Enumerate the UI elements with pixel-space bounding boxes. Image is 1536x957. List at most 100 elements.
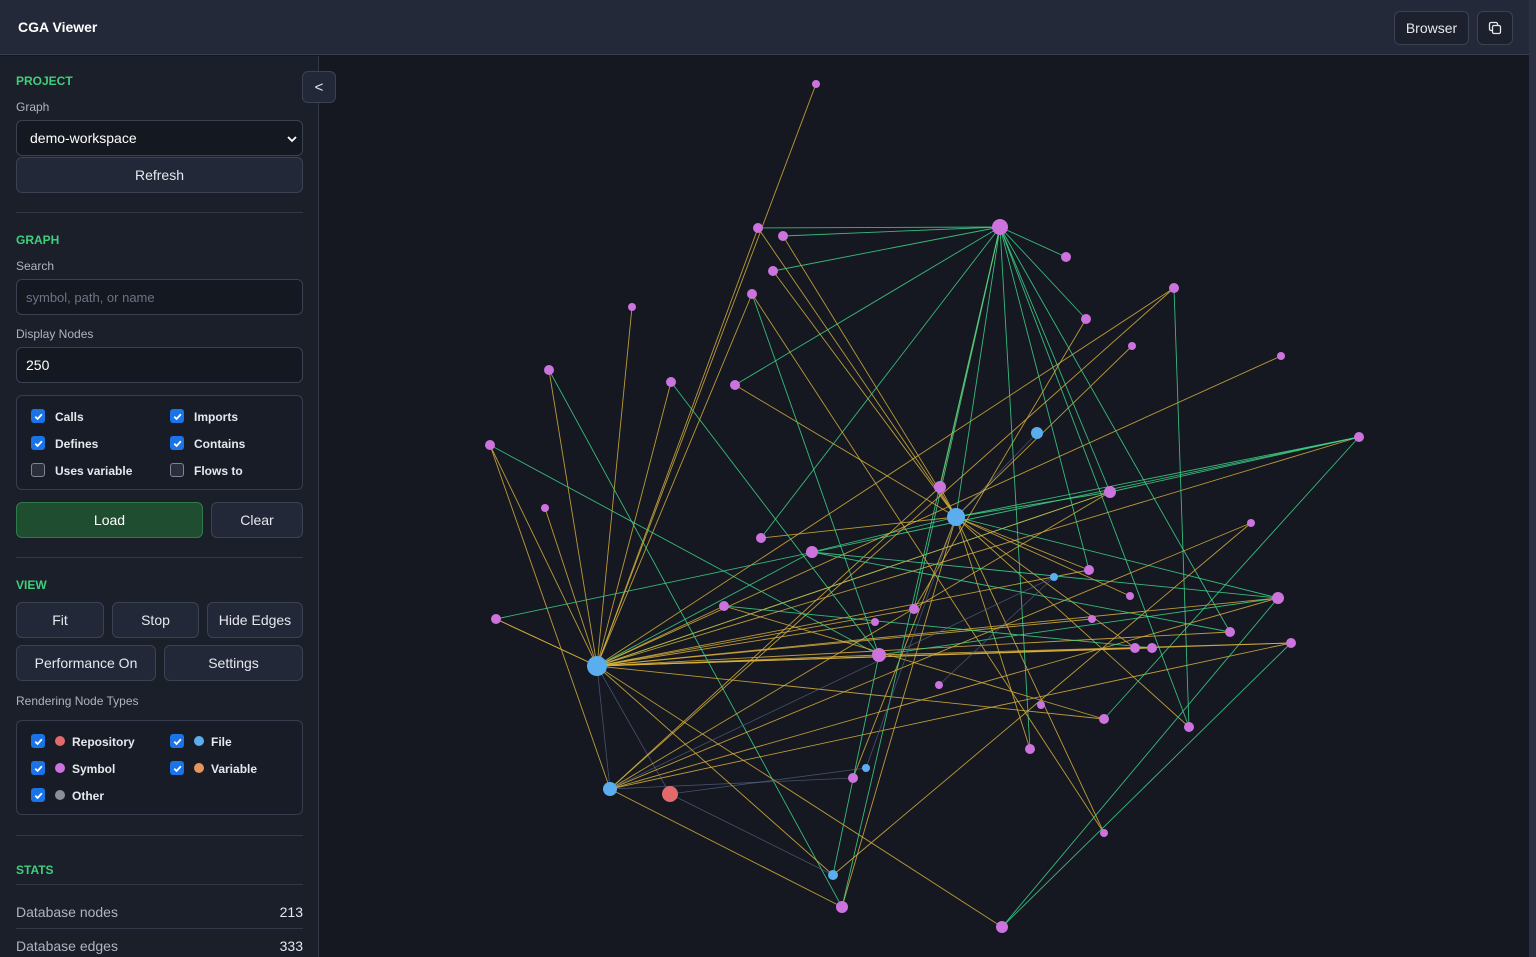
- graph-node[interactable]: [947, 508, 965, 526]
- graph-node[interactable]: [1128, 342, 1136, 350]
- graph-node[interactable]: [806, 546, 818, 558]
- graph-node[interactable]: [730, 380, 740, 390]
- graph-node[interactable]: [871, 618, 879, 626]
- graph-node[interactable]: [935, 681, 943, 689]
- other-checkbox[interactable]: [31, 788, 45, 802]
- performance-button[interactable]: Performance On: [16, 645, 156, 681]
- uses-variable-checkbox[interactable]: [31, 463, 45, 477]
- graph-node[interactable]: [628, 303, 636, 311]
- graph-node[interactable]: [812, 80, 820, 88]
- graph-canvas[interactable]: [320, 56, 1529, 957]
- other-label: Other: [72, 789, 105, 803]
- contains-checkbox[interactable]: [170, 436, 184, 450]
- graph-node[interactable]: [1354, 432, 1364, 442]
- graph-node[interactable]: [1225, 627, 1235, 637]
- graph-edge: [1109, 436, 1360, 493]
- load-button[interactable]: Load: [16, 502, 203, 538]
- stat-label: Database edges: [16, 938, 118, 954]
- imports-checkbox[interactable]: [170, 409, 184, 423]
- graph-node[interactable]: [491, 614, 501, 624]
- edge-types-group: Calls Imports Defines Contains Uses vari…: [16, 395, 303, 490]
- graph-node[interactable]: [996, 921, 1008, 933]
- fit-button[interactable]: Fit: [16, 602, 104, 638]
- graph-node[interactable]: [587, 656, 607, 676]
- graph-node[interactable]: [756, 533, 766, 543]
- graph-node[interactable]: [1088, 615, 1096, 623]
- graph-node[interactable]: [872, 648, 886, 662]
- graph-node[interactable]: [1061, 252, 1071, 262]
- view-section-title: VIEW: [16, 578, 47, 592]
- graph-node[interactable]: [836, 901, 848, 913]
- copy-button[interactable]: [1477, 11, 1513, 45]
- graph-node[interactable]: [603, 782, 617, 796]
- graph-node[interactable]: [1130, 643, 1140, 653]
- graph-node[interactable]: [1084, 565, 1094, 575]
- graph-edge: [596, 381, 672, 667]
- graph-node[interactable]: [753, 223, 763, 233]
- graph-node[interactable]: [909, 604, 919, 614]
- graph-node[interactable]: [1050, 573, 1058, 581]
- symbol-checkbox[interactable]: [31, 761, 45, 775]
- stat-row-database-nodes: Database nodes 213: [16, 904, 303, 920]
- stat-value: 213: [279, 904, 303, 920]
- graph-edge: [489, 444, 611, 790]
- graph-node[interactable]: [1147, 643, 1157, 653]
- stop-button[interactable]: Stop: [112, 602, 199, 638]
- graph-node[interactable]: [1247, 519, 1255, 527]
- flows-to-checkbox[interactable]: [170, 463, 184, 477]
- graph-node[interactable]: [1169, 283, 1179, 293]
- graph-node[interactable]: [1184, 722, 1194, 732]
- calls-checkbox[interactable]: [31, 409, 45, 423]
- search-input[interactable]: symbol, path, or name: [16, 279, 303, 315]
- graph-node[interactable]: [1286, 638, 1296, 648]
- graph-node[interactable]: [862, 764, 870, 772]
- graph-node[interactable]: [848, 773, 858, 783]
- browser-button[interactable]: Browser: [1394, 11, 1469, 45]
- defines-checkbox[interactable]: [31, 436, 45, 450]
- graph-node[interactable]: [1100, 829, 1108, 837]
- graph-node[interactable]: [934, 481, 946, 493]
- refresh-button[interactable]: Refresh: [16, 157, 303, 193]
- graph-node[interactable]: [992, 219, 1008, 235]
- graph-node[interactable]: [1037, 701, 1045, 709]
- file-checkbox[interactable]: [170, 734, 184, 748]
- repository-checkbox[interactable]: [31, 734, 45, 748]
- graph-edge: [955, 516, 1279, 599]
- graph-node[interactable]: [541, 504, 549, 512]
- graph-node[interactable]: [828, 870, 838, 880]
- graph-edges: [489, 83, 1360, 928]
- graph-node[interactable]: [768, 266, 778, 276]
- variable-checkbox[interactable]: [170, 761, 184, 775]
- graph-edge: [609, 576, 1055, 790]
- graph-node[interactable]: [1099, 714, 1109, 724]
- page-scrollbar[interactable]: [1529, 0, 1536, 957]
- graph-node[interactable]: [1126, 592, 1134, 600]
- sidebar: PROJECT Graph demo-workspace Refresh GRA…: [0, 56, 319, 957]
- graph-node[interactable]: [1277, 352, 1285, 360]
- graph-select[interactable]: demo-workspace: [16, 120, 303, 156]
- graph-node[interactable]: [747, 289, 757, 299]
- hide-edges-button[interactable]: Hide Edges: [207, 602, 303, 638]
- display-nodes-input[interactable]: 250: [16, 347, 303, 383]
- graph-node[interactable]: [1272, 592, 1284, 604]
- graph-node[interactable]: [1104, 486, 1116, 498]
- graph-edge: [596, 491, 1111, 667]
- graph-node[interactable]: [544, 365, 554, 375]
- graph-node[interactable]: [1025, 744, 1035, 754]
- graph-node[interactable]: [485, 440, 495, 450]
- graph-edge: [841, 226, 1001, 908]
- graph-node[interactable]: [662, 786, 678, 802]
- graph-node[interactable]: [719, 601, 729, 611]
- graph-edge: [1001, 642, 1292, 928]
- graph-node[interactable]: [1081, 314, 1091, 324]
- graph-node[interactable]: [778, 231, 788, 241]
- graph-node[interactable]: [666, 377, 676, 387]
- repository-label: Repository: [72, 735, 135, 749]
- clear-button[interactable]: Clear: [211, 502, 303, 538]
- settings-button[interactable]: Settings: [164, 645, 303, 681]
- graph-node[interactable]: [1031, 427, 1043, 439]
- graph-edge: [495, 618, 598, 667]
- stat-row-database-edges: Database edges 333: [16, 938, 303, 954]
- display-nodes-label: Display Nodes: [16, 327, 94, 341]
- graph-edge: [723, 605, 1153, 649]
